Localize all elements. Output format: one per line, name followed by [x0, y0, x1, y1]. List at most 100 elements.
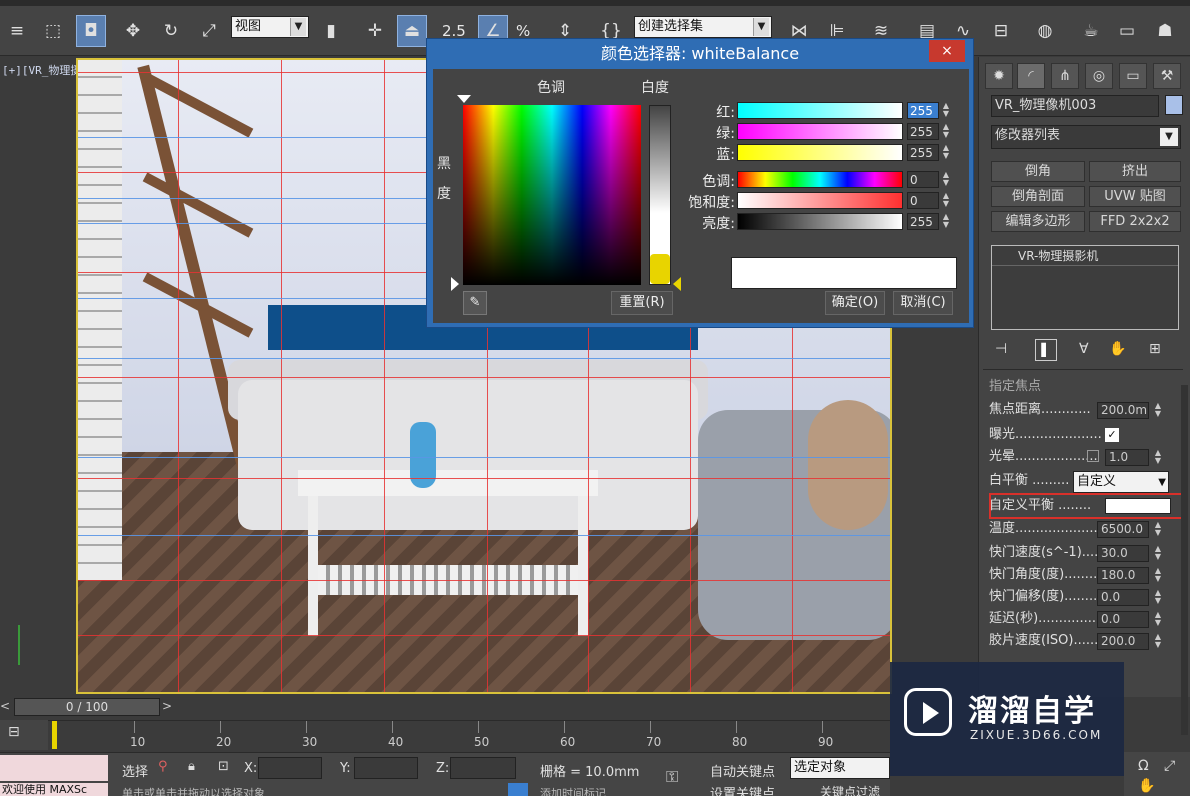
shutter-offset-input[interactable]: 0.0: [1097, 589, 1149, 606]
object-color-swatch[interactable]: [1165, 95, 1183, 115]
close-button[interactable]: ×: [929, 40, 965, 62]
whiteness-marker-icon[interactable]: [673, 277, 681, 291]
blue-slider[interactable]: [737, 144, 903, 161]
saturation-value[interactable]: 0: [907, 192, 939, 209]
scale-icon[interactable]: ⤢: [194, 15, 224, 47]
isolate-icon[interactable]: ⚲: [158, 759, 168, 774]
temperature-input[interactable]: 6500.0: [1097, 521, 1149, 538]
render-icon[interactable]: ☗: [1150, 15, 1180, 47]
chamfer-button[interactable]: 倒角: [991, 161, 1085, 182]
spinner-icon[interactable]: ▲ ▼: [1153, 545, 1163, 562]
schematic-icon[interactable]: ⊟: [986, 15, 1016, 47]
utilities-tab-icon[interactable]: ⚒: [1153, 63, 1181, 89]
red-slider[interactable]: [737, 102, 903, 119]
lock-icon[interactable]: 🔒︎: [188, 759, 195, 774]
render-setup-icon[interactable]: ☕: [1076, 15, 1106, 47]
material-editor-icon[interactable]: ◍: [1030, 15, 1060, 47]
y-coord-field[interactable]: [354, 757, 418, 779]
mini-curve-toggle[interactable]: ⊟: [0, 720, 48, 750]
spinner-icon[interactable]: ▲ ▼: [1153, 633, 1163, 650]
spinner-icon[interactable]: ▲ ▼: [941, 171, 951, 188]
window-crossing-icon[interactable]: ◘: [76, 15, 106, 47]
blue-value[interactable]: 255: [907, 144, 939, 161]
key-icon[interactable]: ⚿: [666, 767, 678, 787]
maximize-icon[interactable]: ⤢: [1164, 758, 1175, 774]
hue-value[interactable]: 0: [907, 171, 939, 188]
hue-marker-icon[interactable]: [457, 95, 471, 103]
object-name-field[interactable]: VR_物理像机003: [991, 95, 1159, 117]
keyboard-shortcut-icon[interactable]: ⏏: [397, 15, 427, 47]
red-value[interactable]: 255: [907, 102, 939, 119]
film-speed-input[interactable]: 200.0: [1097, 633, 1149, 650]
prev-frame-icon[interactable]: <: [0, 699, 10, 713]
blackness-marker-icon[interactable]: [451, 277, 459, 291]
key-target-select[interactable]: 选定对象: [790, 757, 890, 779]
ffd-button[interactable]: FFD 2x2x2: [1089, 211, 1181, 232]
spinner-icon[interactable]: ▲ ▼: [1153, 402, 1163, 419]
hue-blackness-field[interactable]: [463, 105, 641, 285]
focus-distance-input[interactable]: 200.0m: [1097, 402, 1149, 419]
render-frame-icon[interactable]: ▭: [1112, 15, 1142, 47]
absolute-mode-icon[interactable]: ⊡: [218, 759, 229, 774]
key-filters-button[interactable]: 关键点过滤器: [820, 783, 890, 796]
motion-tab-icon[interactable]: ◎: [1085, 63, 1113, 89]
ok-button[interactable]: 确定(O): [825, 291, 885, 315]
move-icon[interactable]: ✥: [118, 15, 148, 47]
select-manipulate-icon[interactable]: ✛: [360, 15, 390, 47]
vignetting-input[interactable]: 1.0: [1105, 449, 1149, 466]
shutter-speed-input[interactable]: 30.0: [1097, 545, 1149, 562]
green-value[interactable]: 255: [907, 123, 939, 140]
create-tab-icon[interactable]: ✹: [985, 63, 1013, 89]
time-slider[interactable]: 0 / 100: [14, 698, 160, 716]
pin-stack-icon[interactable]: ⊣: [995, 341, 1007, 357]
configure-sets-icon[interactable]: ⊞: [1149, 341, 1161, 357]
remove-modifier-icon[interactable]: ✋: [1109, 341, 1126, 357]
dialog-title[interactable]: 颜色选择器: whiteBalance: [427, 39, 973, 69]
spinner-icon[interactable]: ▲ ▼: [941, 123, 951, 140]
exposure-checkbox[interactable]: ✓: [1105, 428, 1119, 442]
value-slider[interactable]: [737, 213, 903, 230]
brightness-value[interactable]: 255: [907, 213, 939, 230]
pan-icon[interactable]: ✋: [1138, 778, 1155, 794]
whiteness-bar[interactable]: [649, 105, 671, 285]
spinner-icon[interactable]: ▲ ▼: [941, 192, 951, 209]
make-unique-icon[interactable]: ∀: [1079, 341, 1089, 357]
set-key-button[interactable]: 设置关键点: [710, 783, 775, 796]
eyedropper-icon[interactable]: ✎: [463, 291, 487, 315]
saturation-slider[interactable]: [737, 192, 903, 209]
uvw-map-button[interactable]: UVW 贴图: [1089, 186, 1181, 207]
rect-select-icon[interactable]: ⬚: [38, 15, 68, 47]
panel-scrollbar[interactable]: [1181, 385, 1188, 735]
green-slider[interactable]: [737, 123, 903, 140]
modify-tab-icon[interactable]: ◜: [1017, 63, 1045, 89]
spinner-icon[interactable]: ▲ ▼: [1153, 589, 1163, 606]
maxscript-listener[interactable]: [0, 755, 108, 781]
custom-balance-swatch[interactable]: [1105, 498, 1171, 514]
select-filter-icon[interactable]: ≡: [2, 15, 32, 47]
spinner-icon[interactable]: ▲ ▼: [941, 144, 951, 161]
spinner-icon[interactable]: ▲ ▼: [941, 102, 951, 119]
shutter-angle-input[interactable]: 180.0: [1097, 567, 1149, 584]
time-tag-icon[interactable]: [508, 783, 528, 796]
reset-button[interactable]: 重置(R): [611, 291, 673, 315]
x-coord-field[interactable]: [258, 757, 322, 779]
bevel-profile-button[interactable]: 倒角剖面: [991, 186, 1085, 207]
stack-item[interactable]: VR-物理摄影机: [992, 246, 1178, 266]
hue-slider[interactable]: [737, 171, 903, 188]
spinner-icon[interactable]: ▲ ▼: [1153, 611, 1163, 628]
spinner-icon[interactable]: ▲ ▼: [941, 213, 951, 230]
spinner-icon[interactable]: ▲ ▼: [1153, 521, 1163, 538]
next-frame-icon[interactable]: >: [162, 699, 172, 713]
frame-track[interactable]: 10 20 30 40 50 60 70 80 90: [48, 720, 890, 750]
add-time-tag[interactable]: 添加时间标记: [540, 785, 606, 796]
rotate-icon[interactable]: ↻: [156, 15, 186, 47]
named-selection-set[interactable]: 创建选择集 ▼: [634, 16, 772, 38]
orbit-icon[interactable]: Ω: [1138, 758, 1149, 774]
hierarchy-tab-icon[interactable]: ⋔: [1051, 63, 1079, 89]
modifier-list-select[interactable]: 修改器列表 ▼: [991, 125, 1181, 149]
z-coord-field[interactable]: [450, 757, 516, 779]
spinner-icon[interactable]: ▲ ▼: [1153, 567, 1163, 584]
frame-cursor[interactable]: [52, 721, 57, 749]
spinner-icon[interactable]: ▲ ▼: [1153, 449, 1163, 466]
auto-key-button[interactable]: 自动关键点: [710, 761, 775, 780]
